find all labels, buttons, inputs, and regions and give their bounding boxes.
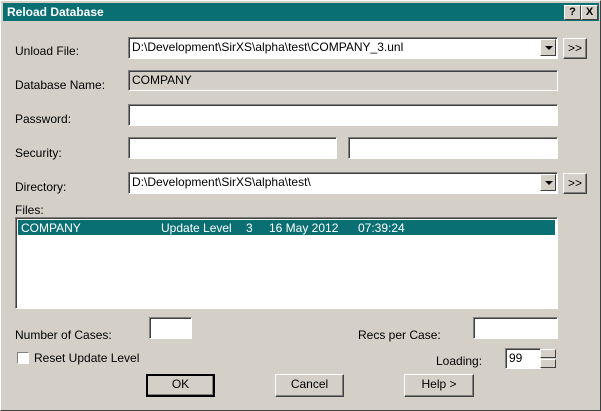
recs-per-case-label: Recs per Case: [358, 328, 441, 342]
spin-down-icon[interactable] [540, 359, 556, 368]
security-field-2[interactable] [348, 137, 558, 159]
database-name-label: Database Name: [15, 78, 106, 92]
chevron-down-icon[interactable] [540, 174, 556, 191]
recs-per-case-field[interactable] [473, 317, 558, 339]
unload-file-value: D:\Development\SirXS\alpha\test\COMPANY_… [132, 40, 404, 54]
loading-spinner[interactable] [540, 349, 556, 368]
password-field[interactable] [128, 104, 558, 126]
loading-value: 99 [509, 351, 523, 365]
window-title: Reload Database [7, 5, 104, 19]
reset-update-level-label: Reset Update Level [34, 351, 140, 365]
directory-browse-button[interactable]: >> [563, 173, 587, 194]
loading-field[interactable]: 99 [505, 348, 541, 369]
directory-combo[interactable]: D:\Development\SirXS\alpha\test\ [128, 172, 558, 194]
reset-update-level-checkbox[interactable] [17, 352, 29, 364]
cancel-button[interactable]: Cancel [275, 374, 344, 397]
directory-value: D:\Development\SirXS\alpha\test\ [132, 175, 311, 189]
chevron-down-icon[interactable] [540, 39, 556, 56]
help-title-button[interactable]: ? [564, 5, 581, 20]
unload-file-combo[interactable]: D:\Development\SirXS\alpha\test\COMPANY_… [128, 37, 558, 59]
spin-up-icon[interactable] [540, 349, 556, 358]
database-name-value: COMPANY [132, 73, 192, 87]
number-of-cases-label: Number of Cases: [15, 328, 112, 342]
number-of-cases-field[interactable] [149, 317, 192, 339]
directory-label: Directory: [15, 180, 67, 194]
reload-database-dialog: Reload Database ? X Unload File: D:\Deve… [0, 0, 601, 411]
files-list[interactable]: COMPANY Update Level 3 16 May 2012 07:39… [15, 217, 558, 309]
help-button[interactable]: Help > [404, 374, 474, 397]
list-item[interactable]: COMPANY Update Level 3 16 May 2012 07:39… [18, 220, 555, 235]
unload-file-browse-button[interactable]: >> [563, 38, 587, 59]
database-name-field: COMPANY [128, 70, 558, 91]
title-bar[interactable]: Reload Database ? X [3, 3, 599, 21]
security-label: Security: [15, 146, 62, 160]
loading-label: Loading: [436, 354, 483, 368]
close-button[interactable]: X [581, 5, 598, 20]
password-label: Password: [15, 112, 72, 126]
unload-file-label: Unload File: [15, 44, 80, 58]
security-field-1[interactable] [128, 137, 337, 159]
files-label: Files: [15, 203, 44, 217]
ok-button[interactable]: OK [146, 374, 215, 397]
